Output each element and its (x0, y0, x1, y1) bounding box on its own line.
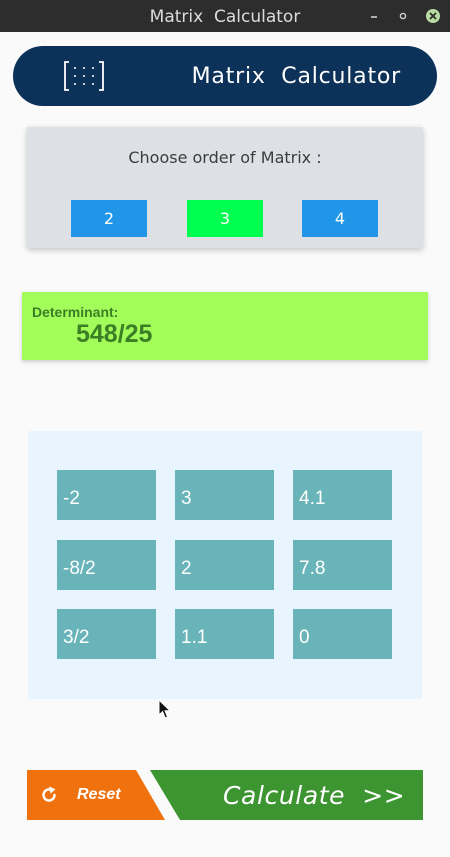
matrix-cell-3-3[interactable] (293, 609, 392, 659)
matrix-cell-2-2[interactable] (175, 540, 274, 590)
order-selector-card: Choose order of Matrix : 2 3 4 (27, 127, 423, 248)
determinant-label: Determinant: (32, 304, 119, 320)
order-3-button[interactable]: 3 (187, 200, 263, 237)
matrix-cell-1-3[interactable] (293, 470, 392, 520)
reset-button[interactable]: Reset (27, 770, 165, 820)
matrix-bracket-icon (63, 60, 105, 92)
mouse-cursor-icon (158, 698, 172, 720)
refresh-icon (39, 785, 59, 805)
calculate-button[interactable]: Calculate >> (150, 770, 423, 820)
matrix-cell-1-1[interactable] (57, 470, 156, 520)
close-icon[interactable] (425, 8, 441, 24)
app-title: Matrix Calculator (191, 64, 401, 89)
matrix-grid (28, 431, 422, 699)
minimize-icon[interactable] (366, 8, 382, 24)
calculate-label: Calculate >> (223, 781, 406, 810)
window-title: Matrix Calculator (149, 7, 301, 27)
reset-label: Reset (77, 786, 121, 803)
window-titlebar: Matrix Calculator (0, 0, 450, 32)
app-header: Matrix Calculator (13, 46, 437, 106)
order-2-button[interactable]: 2 (71, 200, 147, 237)
matrix-cell-3-1[interactable] (57, 609, 156, 659)
order-prompt: Choose order of Matrix : (128, 148, 322, 167)
determinant-card: Determinant: 548/25 (22, 292, 428, 360)
matrix-cell-3-2[interactable] (175, 609, 274, 659)
matrix-cell-1-2[interactable] (175, 470, 274, 520)
restore-icon[interactable] (395, 8, 411, 24)
matrix-cell-2-1[interactable] (57, 540, 156, 590)
order-4-button[interactable]: 4 (302, 200, 378, 237)
matrix-cell-2-3[interactable] (293, 540, 392, 590)
determinant-value: 548/25 (76, 320, 153, 348)
